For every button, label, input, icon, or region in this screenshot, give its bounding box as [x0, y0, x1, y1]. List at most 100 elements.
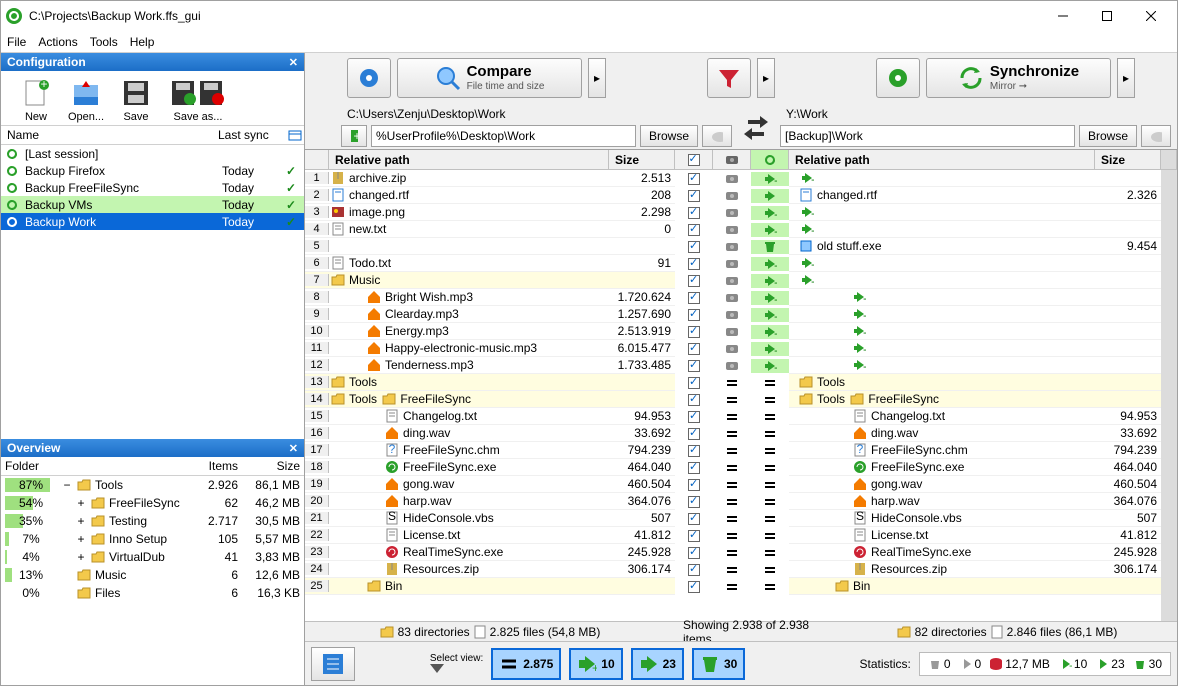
right-browse-button[interactable]: Browse	[1079, 125, 1137, 147]
row-action[interactable]: +	[751, 172, 789, 186]
row-check[interactable]	[675, 411, 713, 423]
menu-help[interactable]: Help	[130, 35, 155, 49]
grid-row-mid[interactable]	[675, 544, 789, 561]
row-action[interactable]	[751, 546, 789, 560]
ov-col-folder[interactable]: Folder	[1, 457, 194, 475]
overview-row[interactable]: 4% + VirtualDub 41 3,83 MB	[1, 548, 304, 566]
menu-tools[interactable]: Tools	[90, 35, 118, 49]
grid-row-left[interactable]: 20 harp.wav 364.076	[305, 493, 675, 510]
grid-row-right[interactable]: +	[789, 204, 1161, 221]
grid-row-right[interactable]: +	[789, 272, 1161, 289]
row-check[interactable]	[675, 530, 713, 542]
row-check[interactable]	[675, 377, 713, 389]
grid-row-left[interactable]: 10 Energy.mp3 2.513.919	[305, 323, 675, 340]
overview-row[interactable]: 0% Files 6 16,3 KB	[1, 584, 304, 602]
grid-row-right[interactable]: +	[789, 306, 1161, 323]
grid-row-left[interactable]: 24 Resources.zip 306.174	[305, 561, 675, 578]
grid-row-left[interactable]: 6 Todo.txt 91	[305, 255, 675, 272]
minimize-button[interactable]	[1041, 2, 1085, 30]
grid-row-mid[interactable]	[675, 408, 789, 425]
row-check[interactable]	[675, 241, 713, 253]
overview-row[interactable]: 7% + Inno Setup 105 5,57 MB	[1, 530, 304, 548]
row-check[interactable]	[675, 275, 713, 287]
row-check[interactable]	[675, 581, 713, 593]
filter-button[interactable]	[707, 58, 751, 98]
left-path-head[interactable]: Relative path	[329, 150, 609, 169]
col-lastsync[interactable]: Last sync	[212, 126, 282, 144]
left-cloud-button[interactable]	[702, 125, 732, 147]
grid-row-left[interactable]: 17? FreeFileSync.chm 794.239	[305, 442, 675, 459]
menu-actions[interactable]: Actions	[38, 35, 77, 49]
grid-row-left[interactable]: 19 gong.wav 460.504	[305, 476, 675, 493]
grid-row-mid[interactable]: +	[675, 221, 789, 238]
grid-row-right[interactable]: changed.rtf 2.326	[789, 187, 1161, 204]
row-check[interactable]	[675, 292, 713, 304]
row-action[interactable]	[751, 495, 789, 509]
row-check[interactable]	[675, 190, 713, 202]
row-check[interactable]	[675, 513, 713, 525]
grid-row-right[interactable]: +	[789, 323, 1161, 340]
grid-row-right[interactable]: +	[789, 255, 1161, 272]
grid-row-mid[interactable]: +	[675, 289, 789, 306]
grid-row-left[interactable]: 4 new.txt 0	[305, 221, 675, 238]
saveas-button[interactable]: Save as...	[163, 77, 233, 123]
grid-row-mid[interactable]	[675, 527, 789, 544]
grid-row-right[interactable]: +	[789, 340, 1161, 357]
row-check[interactable]	[675, 428, 713, 440]
row-action[interactable]	[751, 444, 789, 458]
config-row[interactable]: Backup FreeFileSync Today ✓	[1, 179, 304, 196]
config-close-icon[interactable]: ✕	[289, 56, 298, 69]
grid-row-mid[interactable]: +	[675, 272, 789, 289]
expand-icon[interactable]: +	[75, 496, 87, 510]
config-row[interactable]: Backup Firefox Today ✓	[1, 162, 304, 179]
grid-row-left[interactable]: 3 image.png 2.298	[305, 204, 675, 221]
scrollbar[interactable]	[1161, 170, 1177, 621]
row-action[interactable]	[751, 529, 789, 543]
row-check[interactable]	[675, 343, 713, 355]
ov-col-size[interactable]: Size	[242, 457, 304, 475]
grid-row-right[interactable]: Changelog.txt 94.953	[789, 408, 1161, 425]
grid-row-mid[interactable]: +	[675, 170, 789, 187]
save-button[interactable]: Save	[113, 77, 159, 123]
grid-row-right[interactable]: FreeFileSync.exe 464.040	[789, 459, 1161, 476]
close-button[interactable]	[1129, 2, 1173, 30]
open-button[interactable]: Open...	[63, 77, 109, 123]
row-action[interactable]: +	[751, 291, 789, 305]
row-action[interactable]: +	[751, 274, 789, 288]
grid-row-left[interactable]: 12 Tenderness.mp3 1.733.485	[305, 357, 675, 374]
grid-row-right[interactable]: ? FreeFileSync.chm 794.239	[789, 442, 1161, 459]
overview-row[interactable]: 35% + Testing 2.717 30,5 MB	[1, 512, 304, 530]
grid-row-left[interactable]: 11 Happy-electronic-music.mp3 6.015.477	[305, 340, 675, 357]
grid-row-left[interactable]: 23 RealTimeSync.exe 245.928	[305, 544, 675, 561]
grid-row-right[interactable]: S HideConsole.vbs 507	[789, 510, 1161, 527]
action-head[interactable]	[751, 150, 789, 169]
grid-row-mid[interactable]: +	[675, 306, 789, 323]
overview-row[interactable]: 13% Music 6 12,6 MB	[1, 566, 304, 584]
grid-row-right[interactable]: +	[789, 357, 1161, 374]
right-path-input[interactable]	[780, 125, 1075, 147]
grid-row-left[interactable]: 7 Music	[305, 272, 675, 289]
row-action[interactable]: +	[751, 308, 789, 322]
grid-row-left[interactable]: 25 Bin	[305, 578, 675, 595]
row-check[interactable]	[675, 564, 713, 576]
col-name[interactable]: Name	[1, 126, 212, 144]
grid-row-mid[interactable]: +	[675, 323, 789, 340]
left-browse-button[interactable]: Browse	[640, 125, 698, 147]
grid-row-left[interactable]: 18 FreeFileSync.exe 464.040	[305, 459, 675, 476]
view-delete-button[interactable]: 30	[692, 648, 745, 680]
grid-row-mid[interactable]: +	[675, 255, 789, 272]
grid-row-left[interactable]: 14Tools FreeFileSync	[305, 391, 675, 408]
grid-row-mid[interactable]	[675, 476, 789, 493]
view-update-button[interactable]: 23	[631, 648, 684, 680]
compare-button[interactable]: Compare File time and size	[397, 58, 582, 98]
row-action[interactable]: +	[751, 325, 789, 339]
row-action[interactable]: +	[751, 359, 789, 373]
grid-row-mid[interactable]	[675, 391, 789, 408]
row-check[interactable]	[675, 207, 713, 219]
grid-row-right[interactable]: +	[789, 221, 1161, 238]
row-check[interactable]	[675, 360, 713, 372]
row-action[interactable]: +	[751, 206, 789, 220]
sync-settings-button[interactable]	[876, 58, 920, 98]
col-status-icon[interactable]	[282, 126, 304, 144]
right-path-head[interactable]: Relative path	[789, 150, 1095, 169]
